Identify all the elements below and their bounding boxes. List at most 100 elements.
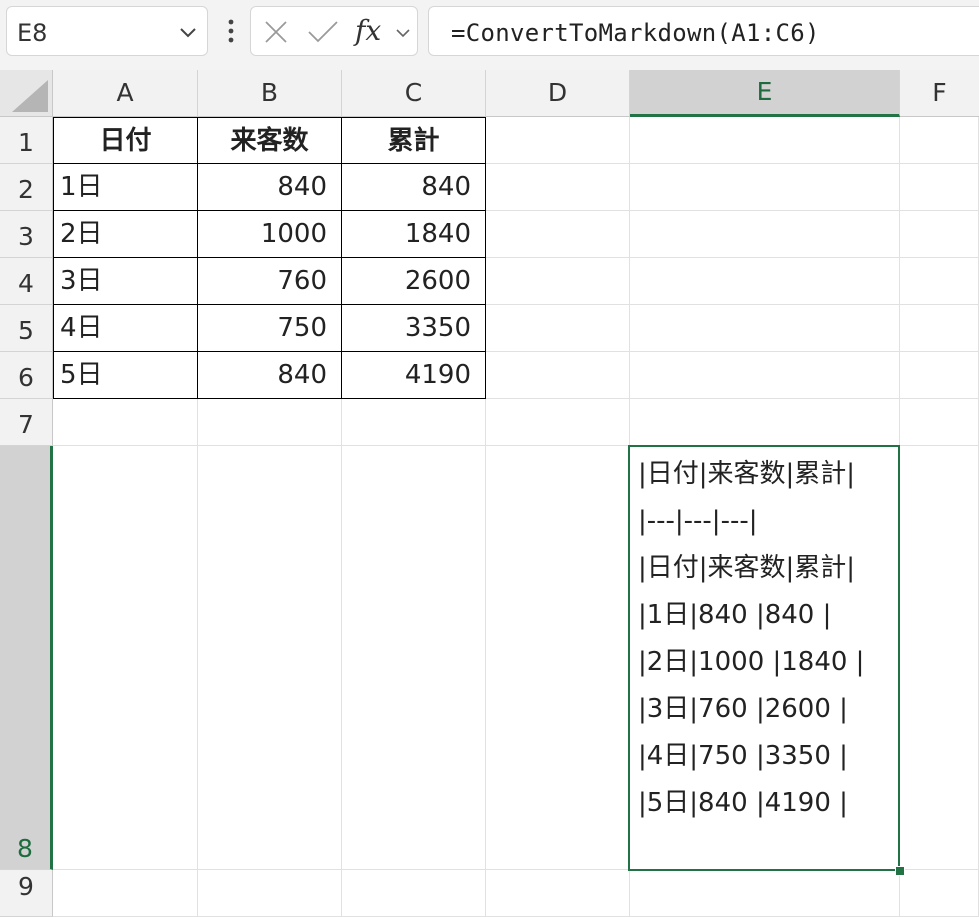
name-box-value: E8 <box>17 19 48 47</box>
cell-text: 1日 <box>60 172 103 202</box>
cell-c2[interactable]: 840 <box>342 164 486 211</box>
header-cell-text: 累計 <box>387 126 440 156</box>
empty-cell[interactable] <box>486 117 630 164</box>
row-number: 9 <box>18 872 34 901</box>
cell-b4[interactable]: 760 <box>198 258 342 305</box>
column-header-b[interactable]: B <box>198 70 342 117</box>
column-header-f[interactable]: F <box>900 70 979 117</box>
select-all-button[interactable] <box>0 70 53 117</box>
row-header-6[interactable]: 6 <box>0 352 53 399</box>
cell-a6[interactable]: 5日 <box>53 352 198 399</box>
empty-cell[interactable] <box>486 352 630 399</box>
empty-cell[interactable] <box>486 258 630 305</box>
column-header-c[interactable]: C <box>342 70 486 117</box>
active-cell-e8[interactable]: |日付|来客数|累計| |---|---|---| |日付|来客数|累計| |1… <box>628 445 900 871</box>
empty-cell[interactable] <box>486 399 630 446</box>
name-box[interactable]: E8 <box>6 6 208 56</box>
cell-c6[interactable]: 4190 <box>342 352 486 399</box>
chevron-down-icon[interactable] <box>395 25 411 41</box>
cell-text: 1000 <box>260 219 327 249</box>
cell-b6[interactable]: 840 <box>198 352 342 399</box>
column-header-d[interactable]: D <box>486 70 630 117</box>
more-options-icon[interactable] <box>222 16 240 46</box>
empty-cell[interactable] <box>53 399 198 446</box>
row-header-1[interactable]: 1 <box>0 117 53 164</box>
empty-cell[interactable] <box>630 305 900 352</box>
worksheet-grid: A B C D E F 1 2 3 4 5 6 7 8 9 日付 来客数 累計 … <box>0 70 979 917</box>
cell-c4[interactable]: 2600 <box>342 258 486 305</box>
row-number: 2 <box>18 175 34 204</box>
cell-c1[interactable]: 累計 <box>342 117 486 164</box>
cell-text: 4190 <box>404 360 471 390</box>
empty-cell[interactable] <box>630 117 900 164</box>
row-header-5[interactable]: 5 <box>0 305 53 352</box>
cell-text: 840 <box>277 172 327 202</box>
cell-b2[interactable]: 840 <box>198 164 342 211</box>
empty-cell[interactable] <box>486 211 630 258</box>
empty-cell[interactable] <box>486 446 630 870</box>
header-cell-text: 日付 <box>99 126 152 156</box>
cell-c3[interactable]: 1840 <box>342 211 486 258</box>
row-header-3[interactable]: 3 <box>0 211 53 258</box>
empty-cell[interactable] <box>900 305 979 352</box>
row-header-4[interactable]: 4 <box>0 258 53 305</box>
enter-check-icon[interactable] <box>307 19 339 45</box>
cell-text: 3350 <box>404 313 471 343</box>
header-cell-text: 来客数 <box>230 126 309 156</box>
empty-cell[interactable] <box>900 446 979 870</box>
cell-a5[interactable]: 4日 <box>53 305 198 352</box>
empty-cell[interactable] <box>630 164 900 211</box>
empty-cell[interactable] <box>630 352 900 399</box>
row-header-2[interactable]: 2 <box>0 164 53 211</box>
markdown-line: |4日|750 |3350 | <box>638 741 848 771</box>
markdown-line: |日付|来客数|累計| <box>638 553 856 583</box>
markdown-line: |5日|840 |4190 | <box>638 788 848 818</box>
empty-cell[interactable] <box>630 399 900 446</box>
cell-a1[interactable]: 日付 <box>53 117 198 164</box>
cell-a3[interactable]: 2日 <box>53 211 198 258</box>
insert-function-icon[interactable]: fx <box>355 14 381 47</box>
cell-b5[interactable]: 750 <box>198 305 342 352</box>
formula-input[interactable]: =ConvertToMarkdown(A1:C6) <box>428 6 979 56</box>
row-number: 6 <box>18 363 34 392</box>
empty-cell[interactable] <box>486 164 630 211</box>
empty-cell[interactable] <box>900 164 979 211</box>
cell-b3[interactable]: 1000 <box>198 211 342 258</box>
cell-c5[interactable]: 3350 <box>342 305 486 352</box>
cell-a2[interactable]: 1日 <box>53 164 198 211</box>
empty-cell[interactable] <box>900 352 979 399</box>
cancel-icon[interactable] <box>263 19 289 45</box>
chevron-down-icon[interactable] <box>179 23 197 41</box>
row-number: 8 <box>17 834 33 863</box>
empty-cell[interactable] <box>486 305 630 352</box>
cell-b1[interactable]: 来客数 <box>198 117 342 164</box>
select-all-triangle-icon <box>12 80 48 112</box>
cell-text: 840 <box>421 172 471 202</box>
empty-cell[interactable] <box>630 258 900 305</box>
empty-cell[interactable] <box>342 399 486 446</box>
row-number: 7 <box>18 410 34 439</box>
empty-cell[interactable] <box>630 211 900 258</box>
row-number: 1 <box>18 128 34 157</box>
empty-cell[interactable] <box>900 117 979 164</box>
fill-handle[interactable] <box>895 866 905 876</box>
cell-a4[interactable]: 3日 <box>53 258 198 305</box>
empty-cell[interactable] <box>53 446 198 870</box>
row-header-8[interactable]: 8 <box>0 446 53 870</box>
formula-text: =ConvertToMarkdown(A1:C6) <box>451 19 820 47</box>
row-number: 5 <box>18 316 34 345</box>
formula-bar-row: E8 fx =ConvertToMarkdown(A1:C6) <box>0 0 979 70</box>
cell-text: 5日 <box>60 360 103 390</box>
empty-cell[interactable] <box>198 446 342 870</box>
column-header-e[interactable]: E <box>630 70 900 117</box>
row-header-7[interactable]: 7 <box>0 399 53 446</box>
empty-cell[interactable] <box>900 399 979 446</box>
cell-text: 750 <box>277 313 327 343</box>
column-header-a[interactable]: A <box>53 70 198 117</box>
empty-cell[interactable] <box>342 446 486 870</box>
cell-text: 760 <box>277 266 327 296</box>
empty-cell[interactable] <box>900 211 979 258</box>
markdown-output: |日付|来客数|累計| |---|---|---| |日付|来客数|累計| |1… <box>638 451 864 827</box>
empty-cell[interactable] <box>198 399 342 446</box>
empty-cell[interactable] <box>900 258 979 305</box>
